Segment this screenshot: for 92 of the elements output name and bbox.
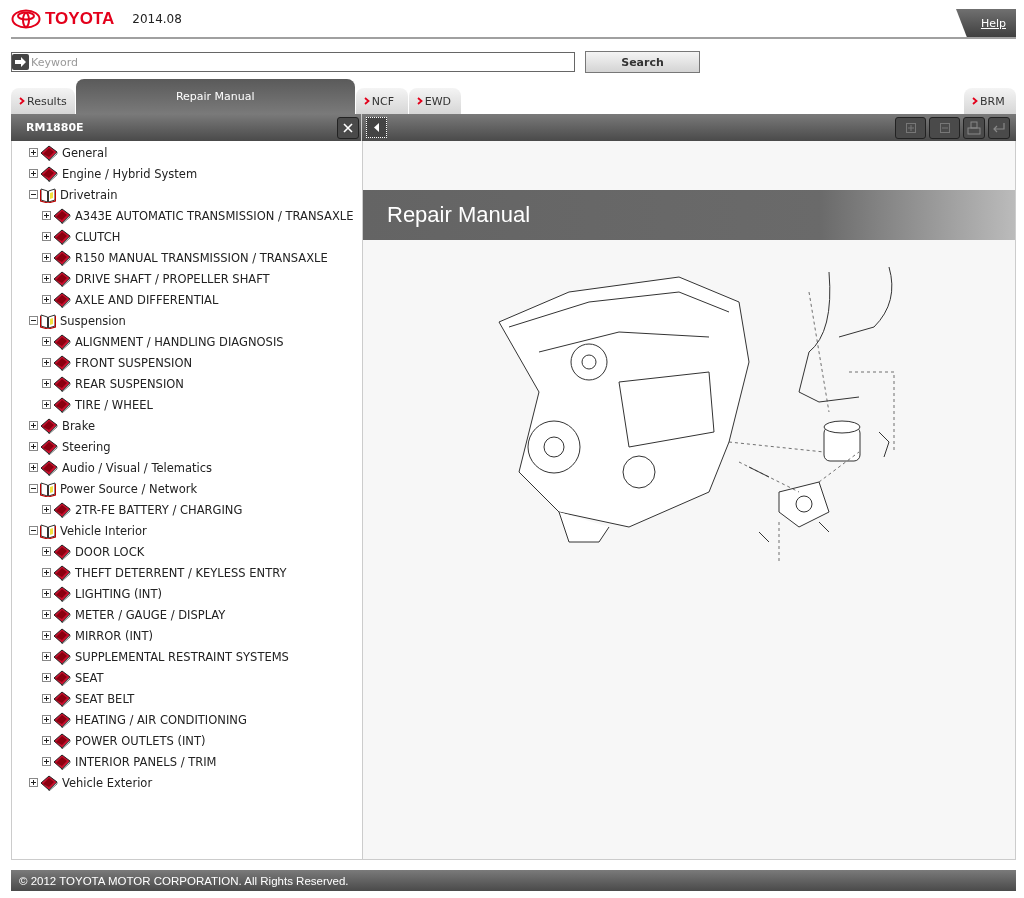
tab[interactable]: BRM [964, 88, 1016, 114]
tree-item[interactable]: MIRROR (INT) [75, 628, 153, 643]
print-button[interactable] [963, 116, 985, 139]
chevron-icon [19, 97, 25, 105]
expand-icon[interactable] [42, 715, 51, 724]
tree-item[interactable]: HEATING / AIR CONDITIONING [75, 712, 247, 727]
expand-icon[interactable] [42, 232, 51, 241]
tree-item[interactable]: Drivetrain [60, 187, 118, 202]
expand-icon[interactable] [29, 463, 38, 472]
tree-item[interactable]: Engine / Hybrid System [62, 166, 198, 181]
expand-icon[interactable] [42, 652, 51, 661]
tree-item[interactable]: SUPPLEMENTAL RESTRAINT SYSTEMS [75, 649, 289, 664]
tree-item[interactable]: DRIVE SHAFT / PROPELLER SHAFT [75, 271, 270, 286]
tree-item[interactable]: General [62, 145, 108, 160]
expand-icon[interactable] [29, 421, 38, 430]
tree-item[interactable]: Suspension [60, 313, 126, 328]
tree-item[interactable]: Vehicle Exterior [62, 775, 153, 790]
expand-icon[interactable] [29, 169, 38, 178]
keyword-search-field[interactable]: Keyword [11, 52, 575, 72]
tree-item[interactable]: CLUTCH [75, 229, 121, 244]
expand-icon[interactable] [42, 568, 51, 577]
triangle-left-icon [373, 123, 380, 132]
tree-item[interactable]: REAR SUSPENSION [75, 376, 184, 391]
tree-item[interactable]: FRONT SUSPENSION [75, 355, 193, 370]
tab[interactable]: EWD [408, 88, 461, 114]
copyright-text: © 2012 TOYOTA MOTOR CORPORATION. All Rights Reserved. [19, 874, 349, 887]
expand-icon[interactable] [42, 757, 51, 766]
tree-item[interactable]: DOOR LOCK [75, 544, 145, 559]
expand-icon[interactable] [42, 253, 51, 262]
expand-icon[interactable] [42, 211, 51, 220]
expand-icon[interactable] [29, 148, 38, 157]
expand-icon[interactable] [42, 610, 51, 619]
tree-item[interactable]: THEFT DETERRENT / KEYLESS ENTRY [75, 565, 287, 580]
tree-item[interactable]: LIGHTING (INT) [75, 586, 162, 601]
plus-box-icon [905, 122, 916, 133]
expand-icon[interactable] [42, 379, 51, 388]
tree-item[interactable]: ALIGNMENT / HANDLING DIAGNOSIS [75, 334, 284, 349]
tab[interactable]: Results [11, 88, 75, 114]
expand-icon[interactable] [42, 736, 51, 745]
tree-item[interactable]: INTERIOR PANELS / TRIM [75, 754, 217, 769]
tree-item[interactable]: A343E AUTOMATIC TRANSMISSION / TRANSAXLE [75, 208, 354, 223]
collapse-icon[interactable] [29, 484, 38, 493]
arrow-right-icon [12, 54, 29, 70]
close-button[interactable] [337, 116, 359, 139]
tree-item[interactable]: Audio / Visual / Telematics [62, 460, 213, 475]
tree-item[interactable]: Vehicle Interior [60, 523, 147, 538]
close-icon [343, 122, 353, 133]
return-button[interactable] [988, 116, 1010, 139]
chevron-icon [972, 97, 978, 105]
tree-item[interactable]: SEAT BELT [75, 691, 135, 706]
expand-icon[interactable] [42, 337, 51, 346]
expand-icon[interactable] [42, 358, 51, 367]
return-arrow-icon [992, 121, 1006, 134]
chevron-icon [363, 97, 370, 105]
collapse-panel-button[interactable] [366, 117, 387, 138]
help-link[interactable]: Help [956, 9, 1016, 37]
expand-icon[interactable] [42, 295, 51, 304]
tree-item[interactable]: TIRE / WHEEL [75, 397, 153, 412]
expand-icon[interactable] [42, 673, 51, 682]
tree-item[interactable]: 2TR-FE BATTERY / CHARGING [75, 502, 243, 517]
tree-item[interactable]: Power Source / Network [60, 481, 198, 496]
tree-item[interactable]: Brake [62, 418, 95, 433]
expand-icon[interactable] [29, 778, 38, 787]
tree-item[interactable]: METER / GAUGE / DISPLAY [75, 607, 226, 622]
content-title: Repair Manual [387, 202, 531, 228]
tree-item[interactable]: SEAT [75, 670, 104, 685]
tree-item[interactable]: Steering [62, 439, 111, 454]
tree-item[interactable]: POWER OUTLETS (INT) [75, 733, 206, 748]
tab[interactable]: Repair Manual [75, 79, 355, 114]
expand-icon[interactable] [42, 631, 51, 640]
expand-icon[interactable] [42, 505, 51, 514]
collapse-icon[interactable] [29, 316, 38, 325]
tree-item[interactable]: AXLE AND DIFFERENTIAL [75, 292, 219, 307]
tab[interactable]: NCF [355, 88, 408, 114]
version-label: 2014.08 [132, 11, 182, 26]
toyota-logo: TOYOTA [11, 8, 115, 29]
expand-icon[interactable] [42, 547, 51, 556]
collapse-icon[interactable] [29, 526, 38, 535]
expand-icon[interactable] [42, 589, 51, 598]
expand-icon[interactable] [42, 400, 51, 409]
zoom-in-button[interactable] [895, 116, 926, 139]
zoom-out-button[interactable] [929, 116, 960, 139]
expand-icon[interactable] [42, 274, 51, 283]
tree-item[interactable]: R150 MANUAL TRANSMISSION / TRANSAXLE [75, 250, 328, 265]
collapse-icon[interactable] [29, 190, 38, 199]
manual-code-title: RM1880E [26, 121, 84, 134]
expand-icon[interactable] [42, 694, 51, 703]
minus-box-icon [939, 122, 950, 133]
print-icon [967, 120, 981, 135]
chevron-icon [416, 97, 423, 105]
expand-icon[interactable] [29, 442, 38, 451]
search-button[interactable]: Search [585, 51, 700, 73]
